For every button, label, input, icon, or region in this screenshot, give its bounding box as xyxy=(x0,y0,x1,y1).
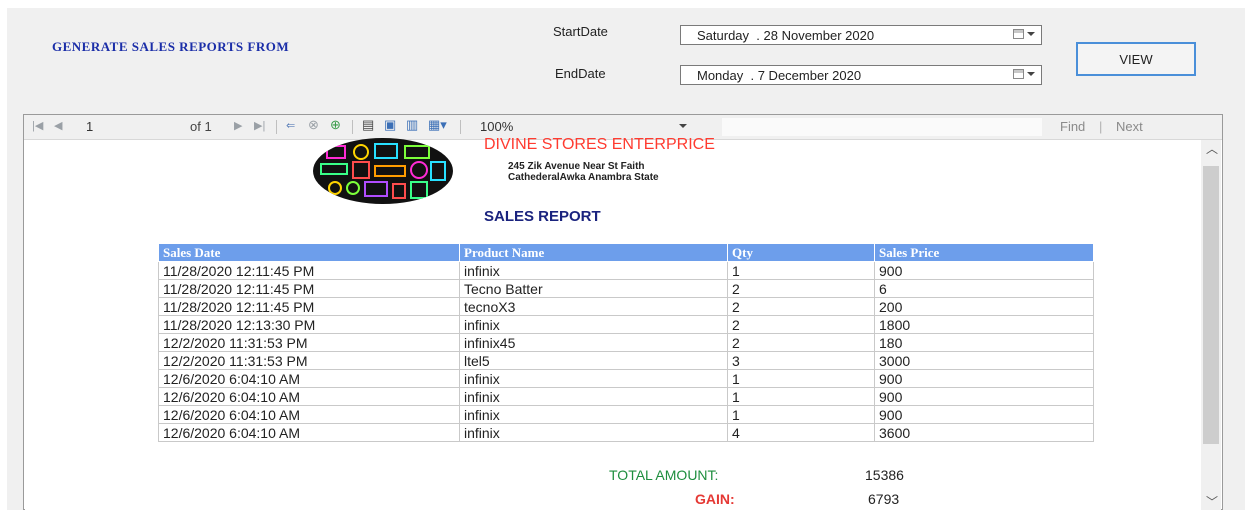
address-line-2: CathederalAwka Anambra State xyxy=(508,172,659,183)
table-row: 12/2/2020 11:31:53 PM ltel5 3 3000 xyxy=(158,351,1094,370)
sales-date-cell: 12/2/2020 11:31:53 PM xyxy=(158,333,460,352)
calendar-dropdown-icon[interactable] xyxy=(1013,29,1035,39)
end-date-picker[interactable]: Monday . 7 December 2020 xyxy=(680,65,1042,85)
gain-label: GAIN: xyxy=(695,491,735,507)
sales-date-cell: 12/6/2020 6:04:10 AM xyxy=(158,369,460,388)
stop-icon[interactable]: ⊗ xyxy=(308,118,319,131)
qty-cell: 2 xyxy=(727,279,875,298)
start-date-label: StartDate xyxy=(553,24,608,39)
column-header-qty: Qty xyxy=(727,243,875,262)
product-name-cell: infinix45 xyxy=(459,333,728,352)
table-row: 11/28/2020 12:11:45 PM Tecno Batter 2 6 xyxy=(158,279,1094,298)
previous-page-icon[interactable]: ◀ xyxy=(54,121,62,132)
qty-cell: 2 xyxy=(727,297,875,316)
scroll-down-icon[interactable]: ﹀ xyxy=(1206,496,1218,508)
zoom-dropdown-icon[interactable] xyxy=(679,124,687,128)
table-row: 12/6/2020 6:04:10 AM infinix 1 900 xyxy=(158,387,1094,406)
scroll-up-icon[interactable]: ︿ xyxy=(1206,143,1218,155)
find-link[interactable]: Find xyxy=(1060,119,1085,134)
find-text-input[interactable] xyxy=(722,118,1042,136)
qty-cell: 1 xyxy=(727,369,875,388)
sales-date-cell: 12/6/2020 6:04:10 AM xyxy=(158,423,460,442)
refresh-icon[interactable]: ⊕ xyxy=(330,118,341,131)
product-name-cell: infinix xyxy=(459,423,728,442)
gain-value: 6793 xyxy=(868,491,900,507)
end-date-value: Monday . 7 December 2020 xyxy=(697,68,862,83)
product-name-cell: infinix xyxy=(459,387,728,406)
zoom-select[interactable]: 100% xyxy=(480,119,513,134)
sales-table: Sales Date Product Name Qty Sales Price … xyxy=(158,243,1094,442)
product-name-cell: infinix xyxy=(459,405,728,424)
product-name-cell: infinix xyxy=(459,369,728,388)
sales-price-cell: 900 xyxy=(874,405,1094,424)
print-icon[interactable]: ▤ xyxy=(362,118,374,131)
sales-date-cell: 11/28/2020 12:13:30 PM xyxy=(158,315,460,334)
export-icon[interactable]: ▦▾ xyxy=(428,118,447,131)
next-page-icon[interactable]: ▶ xyxy=(234,121,242,132)
last-page-icon[interactable]: ▶| xyxy=(254,121,265,132)
report-title: SALES REPORT xyxy=(484,208,601,225)
total-amount-label: TOTAL AMOUNT: xyxy=(609,467,719,483)
sales-date-cell: 12/6/2020 6:04:10 AM xyxy=(158,387,460,406)
company-logo xyxy=(313,138,453,204)
table-row: 12/6/2020 6:04:10 AM infinix 1 900 xyxy=(158,369,1094,388)
sales-date-cell: 11/28/2020 12:11:45 PM xyxy=(158,261,460,280)
start-date-value: Saturday . 28 November 2020 xyxy=(697,28,875,43)
sales-date-cell: 12/6/2020 6:04:10 AM xyxy=(158,405,460,424)
page-number-input[interactable]: 1 xyxy=(86,119,93,134)
form-title: GENERATE SALES REPORTS FROM xyxy=(52,39,290,54)
sales-price-cell: 900 xyxy=(874,369,1094,388)
sales-price-cell: 200 xyxy=(874,297,1094,316)
sales-price-cell: 3600 xyxy=(874,423,1094,442)
qty-cell: 1 xyxy=(727,405,875,424)
end-date-label: EndDate xyxy=(555,66,606,81)
product-name-cell: ltel5 xyxy=(459,351,728,370)
sales-price-cell: 900 xyxy=(874,261,1094,280)
product-name-cell: tecnoX3 xyxy=(459,297,728,316)
first-page-icon[interactable]: |◀ xyxy=(32,121,43,132)
scrollbar-thumb[interactable] xyxy=(1203,166,1219,444)
qty-cell: 1 xyxy=(727,261,875,280)
address-line-1: 245 Zik Avenue Near St Faith xyxy=(508,161,645,172)
sales-price-cell: 900 xyxy=(874,387,1094,406)
sales-date-cell: 12/2/2020 11:31:53 PM xyxy=(158,351,460,370)
table-row: 12/6/2020 6:04:10 AM infinix 4 3600 xyxy=(158,423,1094,442)
page-setup-icon[interactable]: ▥ xyxy=(406,118,418,131)
table-row: 11/28/2020 12:11:45 PM infinix 1 900 xyxy=(158,261,1094,280)
total-amount-value: 15386 xyxy=(865,467,904,483)
sales-price-cell: 180 xyxy=(874,333,1094,352)
qty-cell: 1 xyxy=(727,387,875,406)
table-header-row: Sales Date Product Name Qty Sales Price xyxy=(158,243,1094,262)
table-row: 12/2/2020 11:31:53 PM infinix45 2 180 xyxy=(158,333,1094,352)
start-date-picker[interactable]: Saturday . 28 November 2020 xyxy=(680,25,1042,45)
sales-report-window: GENERATE SALES REPORTS FROM StartDate Sa… xyxy=(0,0,1252,510)
table-row: 11/28/2020 12:11:45 PM tecnoX3 2 200 xyxy=(158,297,1094,316)
sales-date-cell: 11/28/2020 12:11:45 PM xyxy=(158,297,460,316)
sales-date-cell: 11/28/2020 12:11:45 PM xyxy=(158,279,460,298)
sales-price-cell: 1800 xyxy=(874,315,1094,334)
qty-cell: 3 xyxy=(727,351,875,370)
page-count: of 1 xyxy=(190,119,212,134)
table-row: 11/28/2020 12:13:30 PM infinix 2 1800 xyxy=(158,315,1094,334)
back-icon[interactable]: ⇐ xyxy=(286,121,295,132)
product-name-cell: Tecno Batter xyxy=(459,279,728,298)
column-header-sales-price: Sales Price xyxy=(874,243,1094,262)
qty-cell: 2 xyxy=(727,315,875,334)
product-name-cell: infinix xyxy=(459,315,728,334)
column-header-product-name: Product Name xyxy=(459,243,728,262)
company-name: DIVINE STORES ENTERPRICE xyxy=(484,136,715,153)
toolbar-separator: | xyxy=(1099,119,1103,134)
qty-cell: 2 xyxy=(727,333,875,352)
company-address: 245 Zik Avenue Near St Faith CathederalA… xyxy=(508,161,659,183)
next-link[interactable]: Next xyxy=(1116,119,1143,134)
table-row: 12/6/2020 6:04:10 AM infinix 1 900 xyxy=(158,405,1094,424)
product-name-cell: infinix xyxy=(459,261,728,280)
print-layout-icon[interactable]: ▣ xyxy=(384,118,396,131)
qty-cell: 4 xyxy=(727,423,875,442)
sales-price-cell: 6 xyxy=(874,279,1094,298)
calendar-dropdown-icon[interactable] xyxy=(1013,69,1035,79)
column-header-sales-date: Sales Date xyxy=(158,243,460,262)
view-button[interactable]: VIEW xyxy=(1076,42,1196,76)
sales-price-cell: 3000 xyxy=(874,351,1094,370)
